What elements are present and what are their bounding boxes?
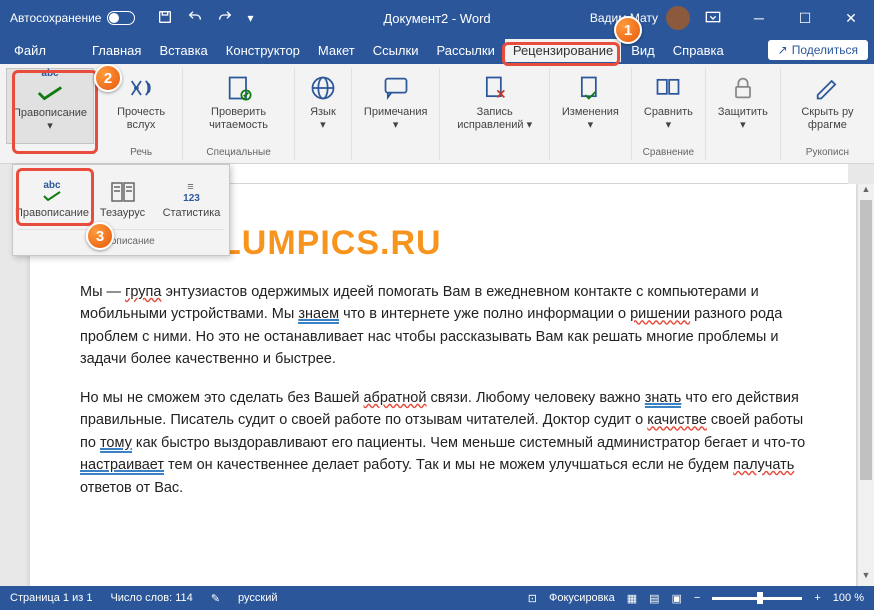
status-language[interactable]: русский	[238, 592, 277, 604]
spelling-dropdown: abc Правописание Тезаурус ≡123 Статистик…	[12, 164, 230, 256]
paragraph-1: Мы — група энтузиастов одержимых идеей п…	[80, 281, 812, 371]
dd-group-label: Правописание	[17, 229, 225, 249]
share-label: Поделиться	[792, 43, 858, 57]
document-title: Документ2 - Word	[383, 11, 490, 26]
group-speech: Речь	[130, 147, 152, 160]
view-read-icon[interactable]: ▤	[649, 592, 659, 605]
tab-design[interactable]: Конструктор	[218, 39, 308, 62]
tab-file[interactable]: Файл	[6, 39, 54, 62]
quick-access-toolbar: ▾	[145, 9, 265, 28]
ribbon: abc Правописание▾ Прочесть вслух Речь Пр…	[0, 64, 874, 164]
language-button[interactable]: Язык▾	[301, 68, 345, 144]
hide-ink-button[interactable]: Скрыть ру фрагме	[787, 68, 868, 144]
tab-mailings[interactable]: Рассылки	[428, 39, 502, 62]
tab-references[interactable]: Ссылки	[365, 39, 427, 62]
dd-statistics[interactable]: ≡123 Статистика	[158, 171, 225, 225]
tab-help[interactable]: Справка	[665, 39, 732, 62]
autosave-label: Автосохранение	[10, 11, 101, 25]
dd-thesaurus-label: Тезаурус	[100, 207, 145, 219]
spelling-button[interactable]: abc Правописание▾	[6, 68, 94, 144]
redo-icon[interactable]	[217, 9, 233, 28]
save-icon[interactable]	[157, 9, 173, 28]
compare-icon	[654, 72, 682, 104]
ribbon-tabs: Файл Главная Вставка Конструктор Макет С…	[0, 36, 874, 64]
compare-button[interactable]: Сравнить▾	[638, 68, 699, 144]
group-ink: Рукописн	[806, 147, 849, 160]
vertical-scrollbar[interactable]: ▲ ▼	[858, 184, 874, 586]
track-changes-icon	[481, 72, 509, 104]
group-accessibility: Специальные	[206, 147, 270, 160]
spelling-abc-icon: abc	[36, 73, 64, 105]
badge-3: 3	[86, 222, 114, 250]
tab-home[interactable]: Главная	[84, 39, 149, 62]
dd-spelling[interactable]: abc Правописание	[17, 171, 87, 225]
status-focus[interactable]: Фокусировка	[549, 592, 615, 604]
comments-button[interactable]: Примечания▾	[358, 68, 434, 144]
title-bar: Автосохранение ▾ Документ2 - Word Вадим …	[0, 0, 874, 36]
autosave-toggle[interactable]	[107, 11, 135, 25]
close-button[interactable]: ✕	[828, 0, 874, 36]
zoom-in-icon[interactable]: +	[814, 592, 820, 604]
tab-review[interactable]: Рецензирование	[505, 39, 621, 62]
window-controls: ─ ☐ ✕	[736, 0, 874, 36]
changes-icon	[576, 72, 604, 104]
view-web-icon[interactable]: ▣	[672, 592, 682, 605]
accessibility-icon	[225, 72, 253, 104]
language-icon	[309, 72, 337, 104]
badge-1: 1	[614, 16, 642, 44]
changes-button[interactable]: Изменения▾	[556, 68, 625, 144]
status-words[interactable]: Число слов: 114	[110, 592, 192, 604]
view-print-icon[interactable]: ▦	[627, 592, 637, 605]
zoom-slider[interactable]	[712, 597, 802, 600]
comment-icon	[382, 72, 410, 104]
maximize-button[interactable]: ☐	[782, 0, 828, 36]
scroll-up-icon[interactable]: ▲	[858, 184, 874, 200]
zoom-value[interactable]: 100 %	[833, 592, 864, 604]
avatar[interactable]	[666, 6, 690, 30]
share-icon: ↗	[778, 43, 788, 57]
spelling-abc-icon: abc	[42, 177, 62, 207]
undo-icon[interactable]	[187, 9, 203, 28]
scroll-down-icon[interactable]: ▼	[858, 570, 874, 586]
thesaurus-icon	[110, 177, 136, 207]
proofing-icon[interactable]: ✎	[211, 592, 220, 605]
read-aloud-icon	[127, 72, 155, 104]
status-bar: Страница 1 из 1 Число слов: 114 ✎ русски…	[0, 586, 874, 610]
tab-layout[interactable]: Макет	[310, 39, 363, 62]
autosave[interactable]: Автосохранение	[0, 11, 145, 25]
protect-button[interactable]: Защитить▾	[712, 68, 774, 144]
share-button[interactable]: ↗ Поделиться	[768, 40, 868, 60]
page-heading: LUMPICS.RU	[220, 224, 812, 263]
ribbon-display-icon[interactable]	[698, 11, 728, 26]
zoom-out-icon[interactable]: −	[694, 592, 700, 604]
minimize-button[interactable]: ─	[736, 0, 782, 36]
scroll-thumb[interactable]	[860, 200, 872, 480]
tab-insert[interactable]: Вставка	[151, 39, 215, 62]
group-compare: Сравнение	[643, 147, 694, 160]
status-page[interactable]: Страница 1 из 1	[10, 592, 92, 604]
dd-spelling-label: Правописание	[15, 207, 89, 219]
statistics-icon: ≡123	[183, 177, 200, 207]
lock-icon	[729, 72, 757, 104]
track-changes-button[interactable]: Запись исправлений ▾	[446, 68, 542, 144]
dd-stats-label: Статистика	[163, 207, 221, 219]
focus-icon[interactable]: ⊡	[528, 592, 537, 605]
ink-icon	[813, 72, 841, 104]
user-area: Вадим Мату	[590, 6, 736, 30]
qat-dropdown-icon[interactable]: ▾	[247, 11, 253, 25]
dd-thesaurus[interactable]: Тезаурус	[89, 171, 156, 225]
paragraph-2: Но мы не сможем это сделать без Вашей аб…	[80, 387, 812, 499]
accessibility-button[interactable]: Проверить читаемость	[189, 68, 288, 144]
badge-2: 2	[94, 64, 122, 92]
